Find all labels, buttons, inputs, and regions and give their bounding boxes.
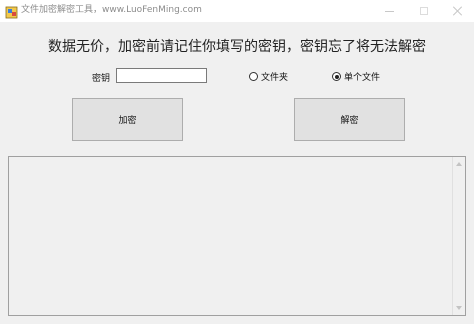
radio-folder[interactable]: 文件夹 — [249, 70, 288, 83]
radio-folder-label[interactable]: 文件夹 — [261, 70, 288, 83]
key-input[interactable] — [116, 68, 207, 83]
close-button[interactable] — [441, 0, 474, 22]
radio-single-file[interactable]: 单个文件 — [332, 70, 380, 83]
radio-folder-circle[interactable] — [249, 72, 258, 81]
maximize-icon — [420, 7, 428, 15]
window-title: 文件加密解密工具，www.LuoFenMing.com — [21, 5, 202, 15]
scroll-up-icon[interactable] — [456, 162, 462, 166]
key-label: 密钥 — [92, 74, 111, 84]
decrypt-button[interactable]: 解密 — [294, 98, 405, 141]
minimize-button[interactable] — [372, 0, 406, 22]
close-icon — [453, 6, 463, 16]
radio-single-file-label[interactable]: 单个文件 — [344, 70, 380, 83]
maximize-button[interactable] — [407, 0, 441, 22]
encrypt-button[interactable]: 加密 — [72, 98, 183, 141]
warning-headline: 数据无价，加密前请记住你填写的密钥，密钥忘了将无法解密 — [48, 39, 426, 55]
log-scrollbar[interactable] — [452, 157, 465, 315]
minimize-icon — [384, 10, 394, 12]
log-textbox[interactable] — [8, 156, 466, 316]
app-icon — [5, 4, 18, 19]
title-bar[interactable]: 文件加密解密工具，www.LuoFenMing.com — [0, 0, 474, 22]
radio-single-file-circle[interactable] — [332, 72, 341, 81]
scroll-down-icon[interactable] — [456, 306, 462, 310]
main-window: 文件加密解密工具，www.LuoFenMing.com 数据无价，加密前请记住你… — [0, 0, 474, 324]
